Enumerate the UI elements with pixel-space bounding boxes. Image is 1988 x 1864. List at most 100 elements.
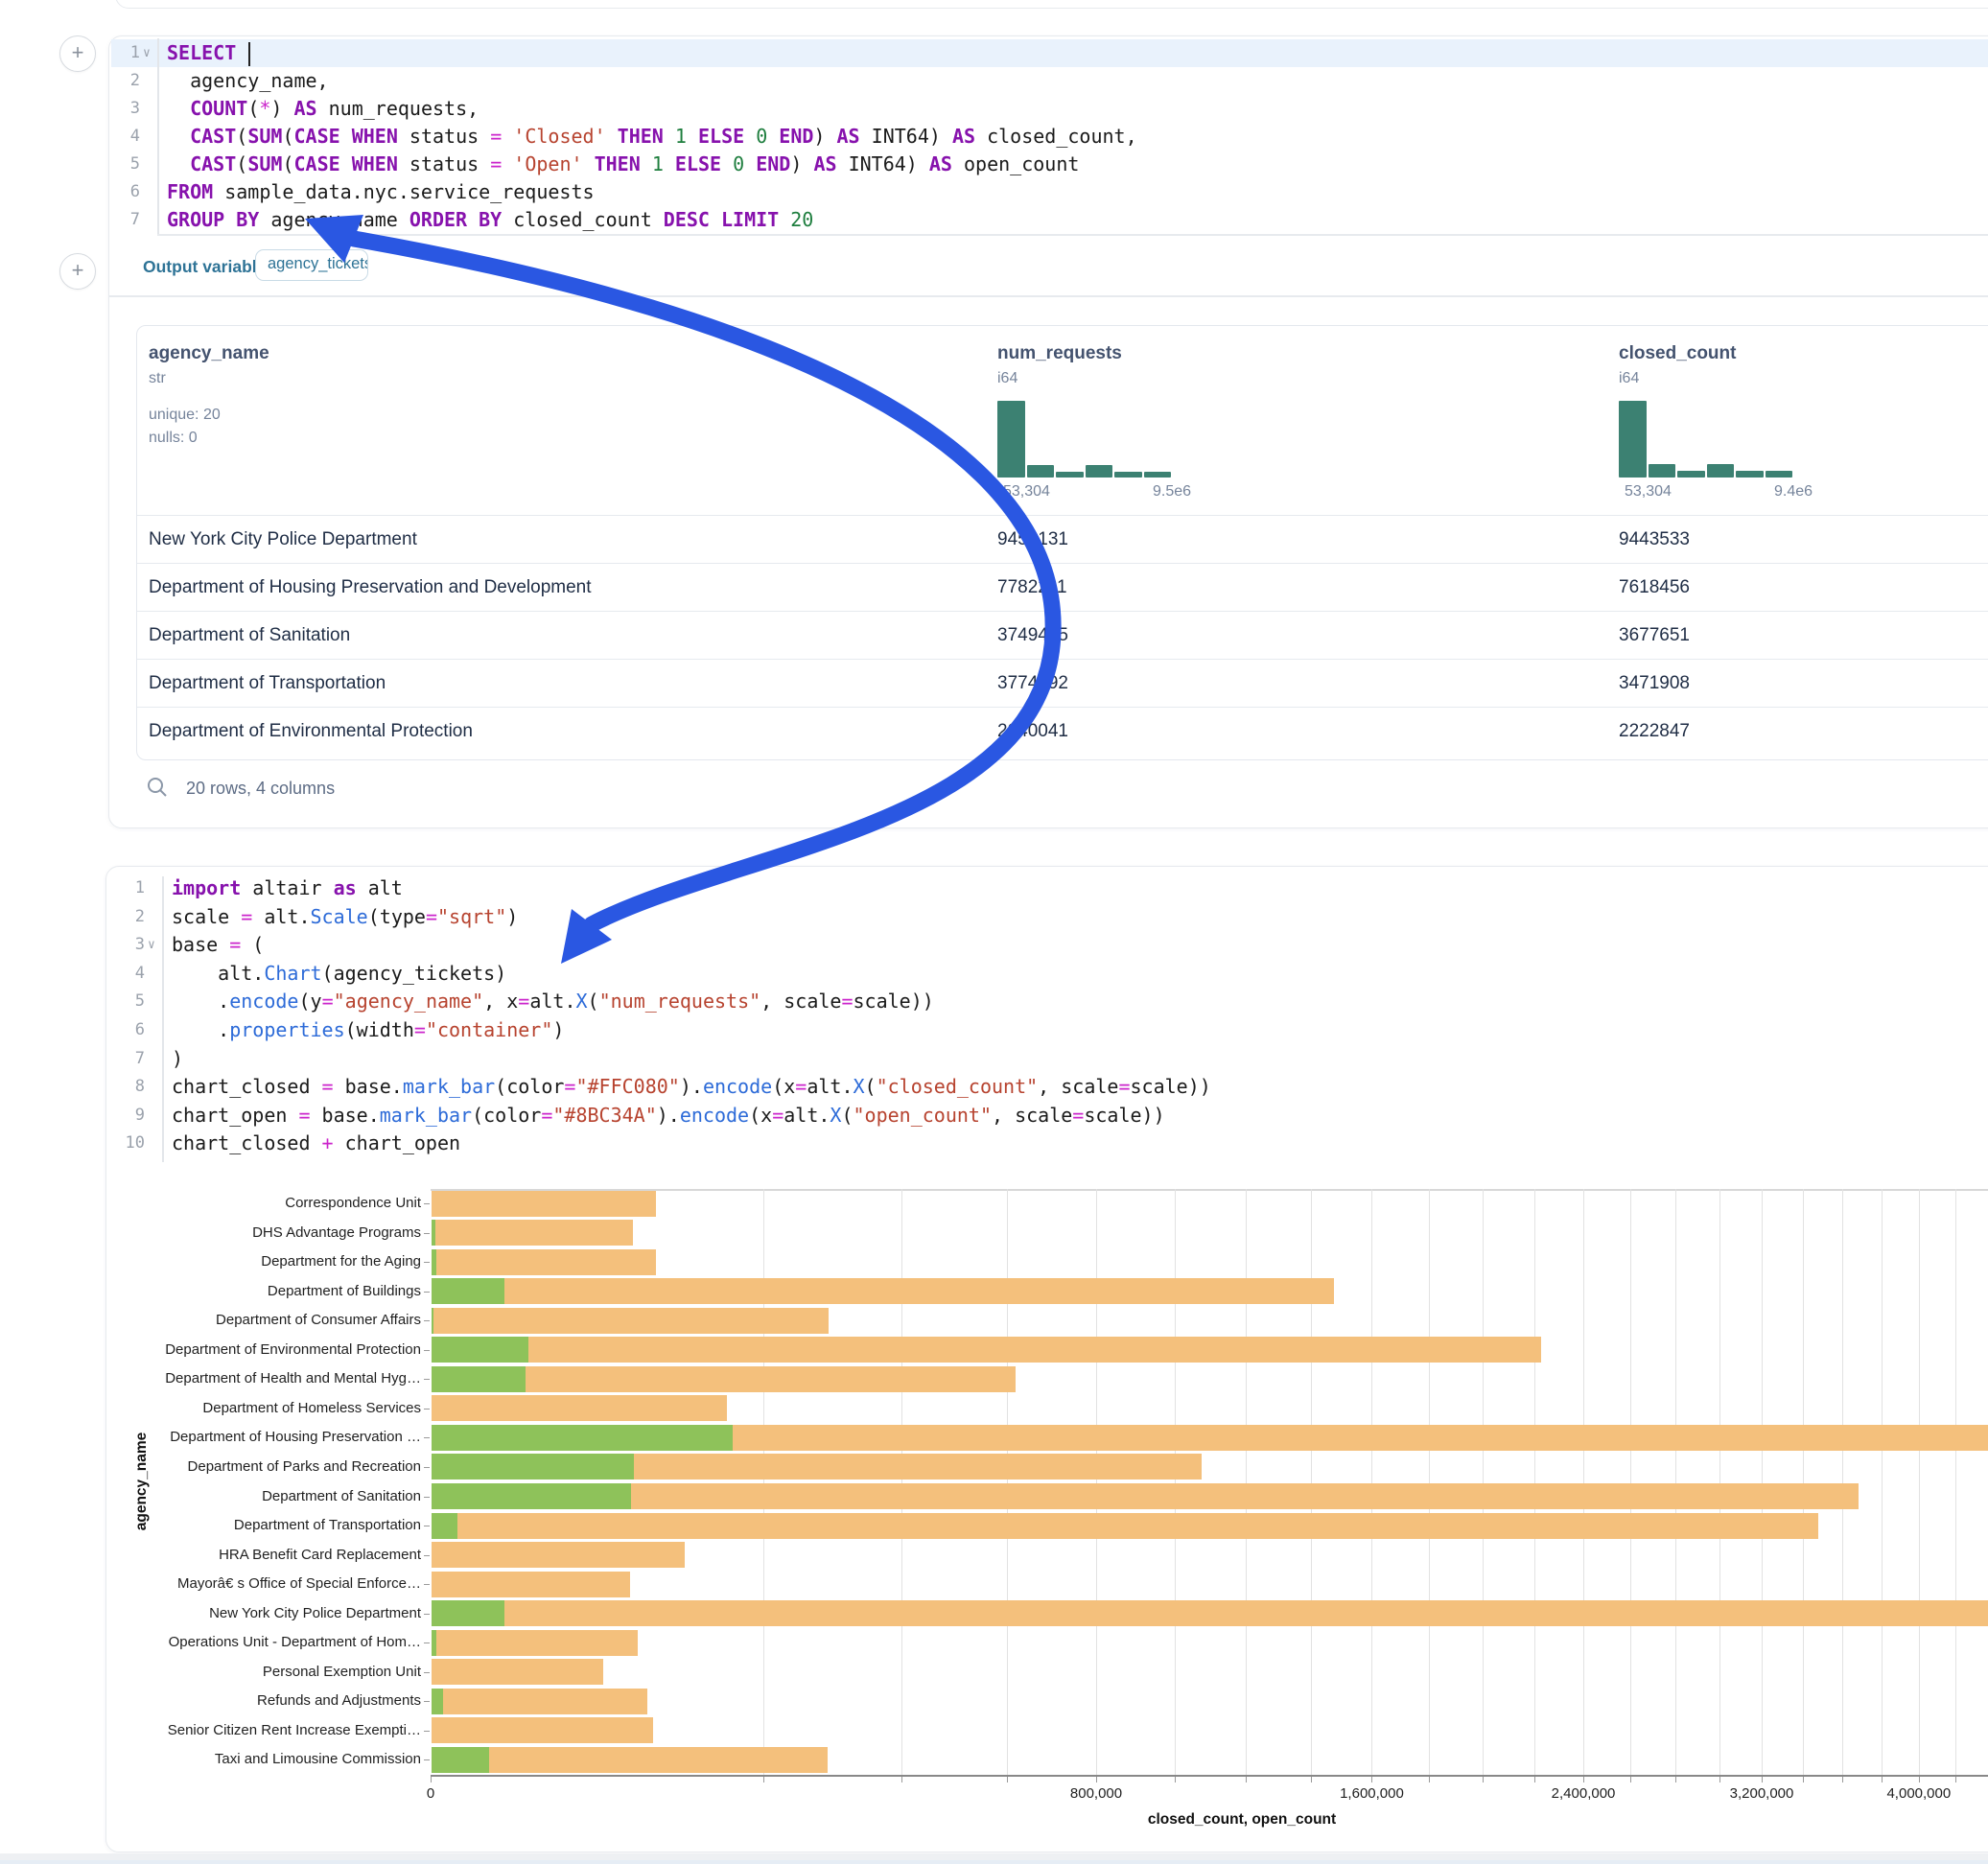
column-type: str	[149, 370, 166, 387]
code-text: chart_open = base.mark_bar(color="#8BC34…	[172, 1102, 1165, 1130]
code-text: chart_closed + chart_open	[172, 1130, 460, 1158]
line-number: 7	[106, 1045, 145, 1074]
code-text: CAST(SUM(CASE WHEN status = 'Closed' THE…	[167, 123, 1137, 151]
code-text: FROM sample_data.nyc.service_requests	[167, 178, 595, 206]
histogram-max-label: 9.4e6	[1774, 483, 1813, 501]
column-name[interactable]: num_requests	[997, 343, 1122, 364]
table-cell: Department of Transportation	[149, 660, 386, 708]
table-row-count: 20 rows, 4 columns	[186, 779, 335, 799]
notebook-page: { "ui": { "add_button_glyph": "+", "outp…	[0, 0, 1988, 1864]
code-text: import altair as alt	[172, 874, 403, 903]
code-line[interactable]: 3 COUNT(*) AS num_requests,	[109, 95, 1988, 123]
sql-cell-card: 1∨SELECT 2 agency_name,3 COUNT(*) AS num…	[108, 35, 1988, 828]
line-number: 5	[106, 988, 145, 1016]
sql-editor[interactable]: 1∨SELECT 2 agency_name,3 COUNT(*) AS num…	[109, 36, 1988, 234]
column-histogram	[1619, 401, 1793, 478]
table-cell: 7618456	[1619, 564, 1690, 612]
column-type: i64	[1619, 370, 1639, 387]
column-type: i64	[997, 370, 1017, 387]
code-line[interactable]: 2 scale = alt.Scale(type="sqrt")	[106, 903, 1988, 932]
line-number: 9	[106, 1102, 145, 1130]
table-header: agency_namestrunique: 20nulls: 0num_requ…	[137, 326, 1988, 515]
table-cell: 3749485	[997, 612, 1068, 660]
output-table-divider	[109, 295, 1988, 297]
code-line[interactable]: 5 .encode(y="agency_name", x=alt.X("num_…	[106, 988, 1988, 1016]
code-line[interactable]: 6 .properties(width="container")	[106, 1016, 1988, 1045]
line-number: 10	[106, 1130, 145, 1158]
add-cell-button-top[interactable]: +	[59, 35, 96, 72]
line-number: 7	[109, 206, 140, 234]
line-number: 3	[106, 931, 145, 960]
sql-gutter-divider	[157, 38, 159, 234]
code-line[interactable]: 7 GROUP BY agency_name ORDER BY closed_co…	[109, 206, 1988, 234]
code-line[interactable]: 6FROM sample_data.nyc.service_requests	[109, 178, 1988, 206]
code-text: .encode(y="agency_name", x=alt.X("num_re…	[172, 988, 934, 1016]
table-cell: 7782211	[997, 564, 1067, 612]
code-line[interactable]: 5 CAST(SUM(CASE WHEN status = 'Open' THE…	[109, 151, 1988, 178]
table-cell: 2222847	[1619, 708, 1690, 756]
sql-output-divider	[157, 234, 1988, 236]
code-line[interactable]: 7)	[106, 1045, 1988, 1074]
fold-chevron-icon[interactable]: ∨	[143, 39, 151, 67]
column-name[interactable]: agency_name	[149, 343, 269, 364]
python-editor[interactable]: 1 import altair as alt 2 scale = alt.Scale(…	[106, 874, 1988, 1162]
line-number: 5	[109, 151, 140, 178]
table-cell: 2240041	[997, 708, 1068, 756]
code-line[interactable]: 8 chart_closed = base.mark_bar(color="#FF…	[106, 1073, 1988, 1102]
code-line[interactable]: 10 chart_closed + chart_open	[106, 1130, 1988, 1158]
line-number: 3	[109, 95, 140, 123]
table-row[interactable]: Department of Housing Preservation and D…	[137, 563, 1988, 612]
python-cell-card: 1 import altair as alt 2 scale = alt.Scale(…	[105, 866, 1988, 1852]
code-line[interactable]: 9 chart_open = base.mark_bar(color="#8BC3…	[106, 1102, 1988, 1130]
table-cell: 9443533	[1619, 516, 1690, 564]
table-cell: 3677651	[1619, 612, 1690, 660]
table-row[interactable]: Department of Environmental Protection 22…	[137, 707, 1988, 756]
table-cell: 9453131	[997, 516, 1068, 564]
add-cell-button-middle[interactable]: +	[59, 253, 96, 290]
code-text: COUNT(*) AS num_requests,	[167, 95, 479, 123]
code-text: agency_name,	[167, 67, 329, 95]
fold-chevron-icon[interactable]: ∨	[148, 931, 155, 960]
line-number: 4	[109, 123, 140, 151]
table-row[interactable]: Department of Transportation 3774892 34719…	[137, 659, 1988, 708]
line-number: 1	[109, 39, 140, 67]
code-text: .properties(width="container")	[172, 1016, 564, 1045]
code-line[interactable]: 1∨ SELECT	[109, 39, 1988, 67]
table-cell: Department of Sanitation	[149, 612, 350, 660]
code-text: base = (	[172, 931, 264, 960]
table-cell: New York City Police Department	[149, 516, 417, 564]
code-text: )	[172, 1045, 183, 1074]
code-text: scale = alt.Scale(type="sqrt")	[172, 903, 518, 932]
table-row[interactable]: Department of Sanitation 3749485 3677651	[137, 611, 1988, 660]
code-line[interactable]: 4 alt.Chart(agency_tickets)	[106, 960, 1988, 989]
code-text: SELECT	[167, 39, 250, 67]
code-text: alt.Chart(agency_tickets)	[172, 960, 506, 989]
next-cell-strip-edge	[0, 1860, 1988, 1864]
table-cell: Department of Environmental Protection	[149, 708, 473, 756]
column-histogram	[997, 401, 1172, 478]
code-line[interactable]: 1 import altair as alt	[106, 874, 1988, 903]
code-text: CAST(SUM(CASE WHEN status = 'Open' THEN …	[167, 151, 1079, 178]
code-line[interactable]: 3∨ base = (	[106, 931, 1988, 960]
line-number: 8	[106, 1073, 145, 1102]
code-line[interactable]: 4 CAST(SUM(CASE WHEN status = 'Closed' T…	[109, 123, 1988, 151]
column-name[interactable]: closed_count	[1619, 343, 1736, 364]
previous-cell-edge	[115, 0, 1988, 9]
table-cell: Department of Housing Preservation and D…	[149, 564, 592, 612]
histogram-min-label: 53,304	[1625, 483, 1672, 501]
code-text: GROUP BY agency_name ORDER BY closed_cou…	[167, 206, 813, 234]
code-line[interactable]: 2 agency_name,	[109, 67, 1988, 95]
code-text: chart_closed = base.mark_bar(color="#FFC…	[172, 1073, 1211, 1102]
histogram-max-label: 9.5e6	[1153, 483, 1191, 501]
python-gutter-divider	[162, 876, 164, 1162]
line-number: 2	[106, 903, 145, 932]
table-cell: 3471908	[1619, 660, 1690, 708]
line-number: 2	[109, 67, 140, 95]
line-number: 1	[106, 874, 145, 903]
result-table[interactable]: agency_namestrunique: 20nulls: 0num_requ…	[136, 325, 1988, 760]
search-icon[interactable]	[145, 775, 170, 800]
table-cell: 3774892	[997, 660, 1068, 708]
table-row[interactable]: New York City Police Department 9453131 94…	[137, 515, 1988, 564]
output-variable-label: Output variable:	[143, 257, 271, 277]
output-variable-pill[interactable]: agency_tickets	[255, 249, 368, 281]
